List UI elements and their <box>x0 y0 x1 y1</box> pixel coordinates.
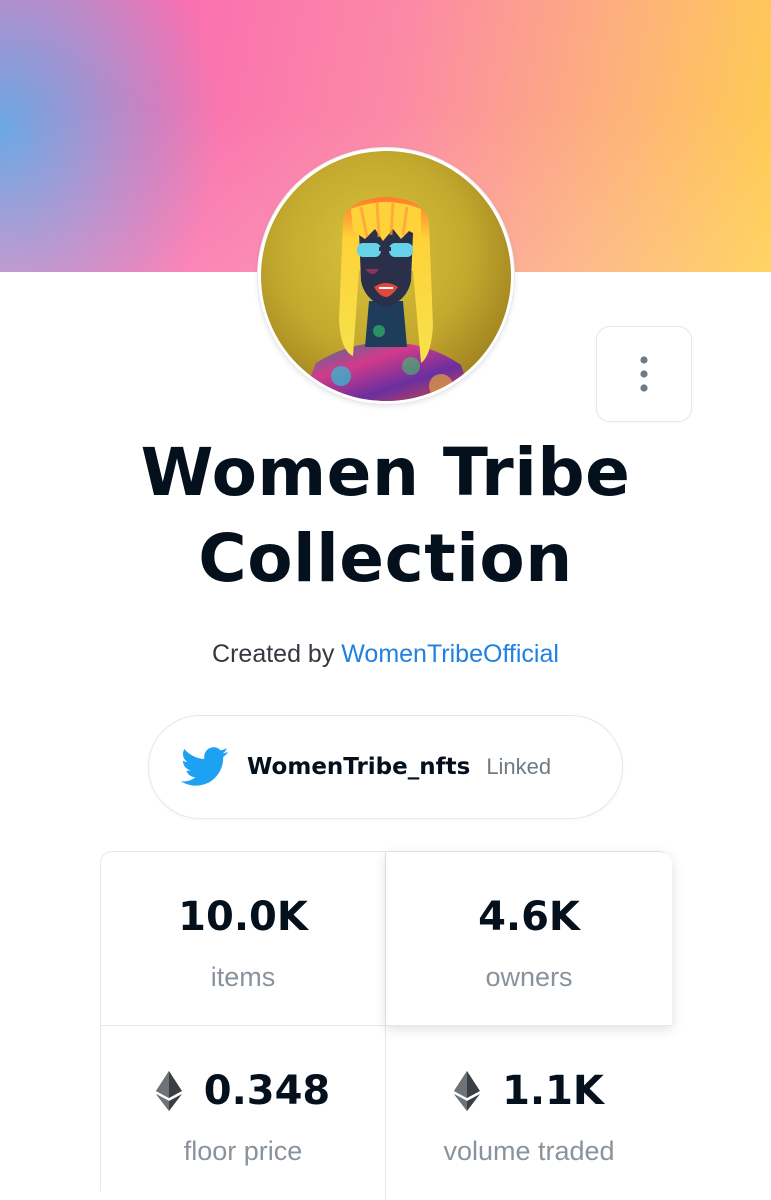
stat-owners-value: 4.6K <box>478 892 580 942</box>
twitter-bird-icon <box>181 747 229 786</box>
stat-items-label: items <box>210 962 276 992</box>
stat-volume-traded-value: 1.1K <box>454 1066 604 1116</box>
collection-title-line2: Collection <box>198 520 573 597</box>
collection-title-line1: Women Tribe <box>140 434 631 511</box>
stat-floor-price-value: 0.348 <box>155 1066 331 1116</box>
ethereum-icon <box>155 1071 182 1111</box>
twitter-linked-status: Linked <box>486 754 552 779</box>
stat-floor-price-number: 0.348 <box>203 1068 331 1114</box>
vertical-dots-icon <box>640 356 648 392</box>
collection-avatar[interactable] <box>258 148 514 404</box>
collection-title: Women Tribe Collection <box>60 430 711 602</box>
stat-floor-price-label: floor price <box>183 1136 303 1166</box>
collection-page: Women Tribe Collection Created by WomenT… <box>0 0 771 1200</box>
stat-volume-traded[interactable]: 1.1K volume traded <box>386 1026 672 1200</box>
creator-link[interactable]: WomenTribeOfficial <box>341 640 559 668</box>
stat-owners-number: 4.6K <box>478 894 580 940</box>
more-options-button[interactable] <box>596 326 692 422</box>
created-by-label: Created by <box>212 640 335 668</box>
stat-items[interactable]: 10.0K items <box>101 852 386 1026</box>
collection-stats: 10.0K items 4.6K owners 0.348 floor pric… <box>100 851 672 1200</box>
stat-floor-price[interactable]: 0.348 floor price <box>101 1026 386 1200</box>
stat-volume-traded-label: volume traded <box>443 1136 615 1166</box>
stat-items-value: 10.0K <box>178 892 308 942</box>
twitter-account-pill[interactable]: WomenTribe_nfts Linked <box>148 715 623 819</box>
avatar-artwork <box>261 151 511 401</box>
stat-volume-traded-number: 1.1K <box>502 1068 604 1114</box>
twitter-handle: WomenTribe_nfts <box>247 754 471 780</box>
stat-owners[interactable]: 4.6K owners <box>386 852 672 1026</box>
created-by: Created by WomenTribeOfficial <box>60 640 711 669</box>
ethereum-icon <box>454 1071 481 1111</box>
stat-owners-label: owners <box>485 962 573 992</box>
stat-items-number: 10.0K <box>178 894 308 940</box>
